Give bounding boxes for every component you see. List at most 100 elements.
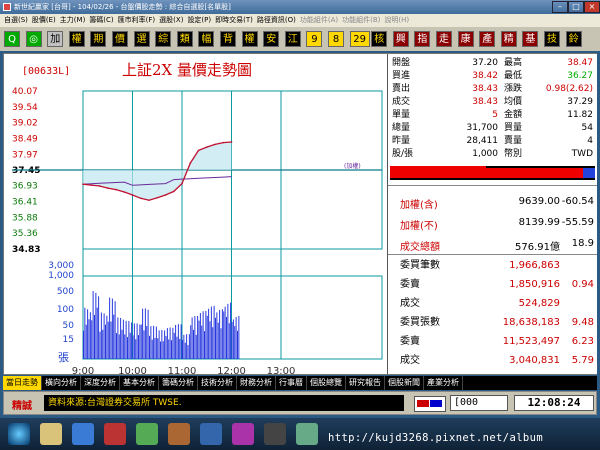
order-row: 委賣 11,523,497 6.23 <box>388 335 597 349</box>
tab-3[interactable]: 基本分析 <box>120 376 159 390</box>
app-icon-5[interactable] <box>232 423 254 445</box>
maximize-icon[interactable]: □ <box>568 1 584 13</box>
tab-10[interactable]: 個股新聞 <box>385 376 424 390</box>
toolbar-button[interactable]: Q <box>4 31 20 47</box>
quote-value: 11.82 <box>567 110 593 120</box>
price-volume-chart[interactable]: [00633L] 上証2X 量價走勢圖 40.07 39.54 39.02 38.49 37… <box>4 54 385 377</box>
toolbar-button[interactable]: 精 <box>500 31 517 47</box>
volume-bar <box>116 333 117 359</box>
index-label: 加權(含) <box>400 200 438 211</box>
volume-bar <box>228 323 230 359</box>
tab-0[interactable]: 當日走勢 <box>3 376 42 390</box>
tab-5[interactable]: 技術分析 <box>198 376 237 390</box>
toolbar-button[interactable]: 核 <box>371 31 388 47</box>
tab-8[interactable]: 個股總覽 <box>307 376 346 390</box>
tab-2[interactable]: 深度分析 <box>81 376 120 390</box>
app-icon <box>3 3 11 11</box>
price-point <box>222 141 225 144</box>
volume-bar <box>129 332 131 359</box>
toolbar-button[interactable]: 權 <box>68 31 85 47</box>
toolbar-button[interactable]: 9 <box>306 31 323 47</box>
explorer-icon[interactable] <box>40 423 62 445</box>
chart-title: 上証2X 量價走勢圖 <box>122 61 252 79</box>
close-icon[interactable]: × <box>584 1 600 13</box>
menu-item[interactable]: 籌碼(C) <box>89 14 113 27</box>
toolbar-button[interactable]: 指 <box>414 31 431 47</box>
start-icon[interactable] <box>8 423 30 445</box>
toolbar-button[interactable]: 價 <box>112 31 128 47</box>
stock-code-input[interactable]: [000 <box>450 395 508 411</box>
volume-bar <box>94 314 95 359</box>
order-value: 1,850,916 <box>509 279 560 290</box>
menu-item[interactable]: 股價(E) <box>32 14 56 27</box>
index-value: 8139.99 <box>518 217 560 228</box>
toolbar-button[interactable]: 選 <box>133 31 150 47</box>
tab-6[interactable]: 財務分析 <box>237 376 276 390</box>
volume-bar <box>89 312 91 359</box>
menu-item[interactable]: 路徑資訊(O) <box>257 14 296 27</box>
app-icon-3[interactable] <box>168 423 190 445</box>
app-icon-6[interactable] <box>264 423 286 445</box>
menu-item[interactable]: 功能組件(B) <box>342 14 380 27</box>
menu-item[interactable]: 說明(H) <box>384 14 409 27</box>
toolbar-button[interactable]: 背 <box>220 31 236 47</box>
bid-ask-bar <box>390 166 595 180</box>
toolbar-button[interactable]: ◎ <box>25 31 42 47</box>
tab-4[interactable]: 籌碼分析 <box>159 376 198 390</box>
order-label: 委買筆數 <box>400 260 440 271</box>
app-icon-1[interactable] <box>104 423 126 445</box>
quote-value: 38.47 <box>567 58 593 68</box>
toolbar-button[interactable]: 幅 <box>198 31 215 47</box>
analysis-tabs: 當日走勢 橫向分析 深度分析 基本分析 籌碼分析 技術分析 財務分析 行事曆 個股總覽 研究報告個… <box>3 376 597 390</box>
tab-9[interactable]: 研究報告 <box>346 376 385 390</box>
toolbar-button[interactable]: 類 <box>176 31 193 47</box>
menu-item[interactable]: 主力(M) <box>60 14 86 27</box>
index-label: 成交總額 <box>400 242 440 253</box>
app-icon-7[interactable] <box>296 423 318 445</box>
menu-item[interactable]: 自選(S) <box>4 14 28 27</box>
toolbar-button[interactable]: 走 <box>436 31 452 47</box>
volume-bar <box>171 340 172 359</box>
volume-bar <box>175 324 177 359</box>
menu-item[interactable]: 選股(X) <box>159 14 183 27</box>
volume-bar <box>220 328 222 359</box>
toolbar-button[interactable]: 江 <box>284 31 301 47</box>
price-point <box>181 182 183 185</box>
browser-icon[interactable] <box>72 423 94 445</box>
volume-bar <box>166 328 168 359</box>
toolbar-button[interactable]: 康 <box>457 31 474 47</box>
toolbar-button[interactable]: 權 <box>241 31 258 47</box>
toolbar-button[interactable]: 29 <box>349 31 370 47</box>
menu-item[interactable]: 設定(P) <box>187 14 211 27</box>
volume-bar <box>136 323 138 359</box>
quote-label: 賣出 <box>392 84 411 94</box>
toolbar-button[interactable]: 安 <box>263 31 280 47</box>
app-icon-4[interactable] <box>200 423 222 445</box>
volume-bar <box>118 334 120 359</box>
tab-7[interactable]: 行事曆 <box>276 376 307 390</box>
toolbar-button[interactable]: 技 <box>544 31 560 47</box>
toolbar-button[interactable]: 產 <box>479 31 496 47</box>
tab-1[interactable]: 橫向分析 <box>42 376 81 390</box>
quote-panel: 開盤 37.20 最高 38.47 買進 38.42 最低 36.27 賣出 38.43 漲跌 0.9… <box>387 54 597 374</box>
toolbar-button[interactable]: 興 <box>392 31 409 47</box>
app-icon-2[interactable] <box>136 423 158 445</box>
price-tick-label: 34.83 <box>12 245 40 255</box>
tab-11[interactable]: 產業分析 <box>424 376 463 390</box>
menu-item[interactable]: 即時交易(T) <box>215 14 253 27</box>
volume-bar <box>125 320 127 359</box>
index-change: -55.59 <box>561 217 594 228</box>
minimize-icon[interactable]: – <box>552 1 568 13</box>
toolbar-button[interactable]: 期 <box>90 31 107 47</box>
toolbar-button[interactable]: 鈴 <box>565 31 582 47</box>
volume-bar <box>157 338 159 359</box>
volume-bar <box>103 313 105 359</box>
mini-chart-icon[interactable] <box>414 396 446 412</box>
toolbar-button[interactable]: 基 <box>522 31 539 47</box>
menu-item[interactable]: 匯市利率(F) <box>118 14 156 27</box>
menu-item[interactable]: 功能組件(A) <box>300 14 338 27</box>
toolbar-button[interactable]: 8 <box>328 31 344 47</box>
toolbar-button[interactable]: 加 <box>47 31 64 47</box>
price-area-fill <box>83 142 232 201</box>
toolbar-button[interactable]: 綜 <box>155 31 172 47</box>
